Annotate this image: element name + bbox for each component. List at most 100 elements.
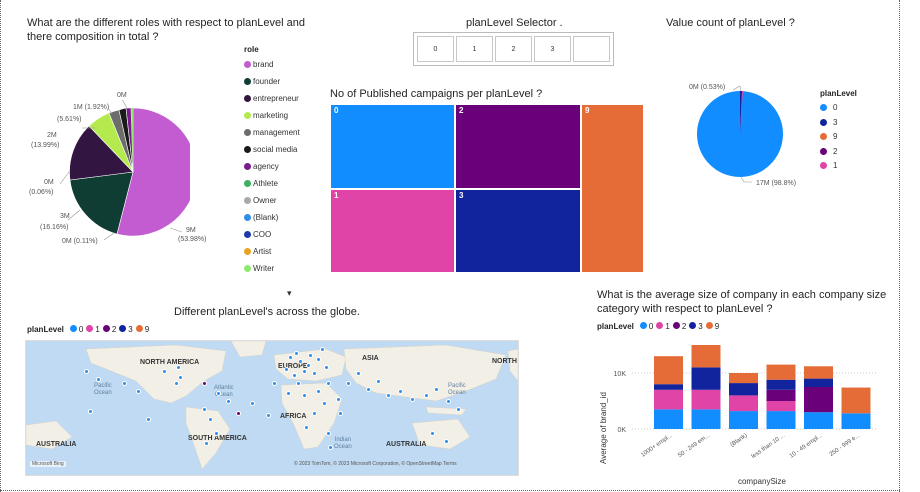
map-point[interactable]	[226, 399, 231, 404]
bar-segment-planlevel-9[interactable]	[729, 373, 758, 384]
map-point[interactable]	[208, 417, 213, 422]
map-point[interactable]	[336, 397, 341, 402]
map-point[interactable]	[326, 381, 331, 386]
map-point[interactable]	[446, 399, 451, 404]
map-point[interactable]	[302, 393, 307, 398]
bar-segment-planlevel-3[interactable]	[729, 383, 758, 396]
bar-segment-planlevel-9[interactable]	[691, 345, 721, 368]
slicer-option-3[interactable]: 3	[534, 36, 571, 62]
role-legend-item[interactable]: (Blank)	[244, 213, 278, 222]
treemap-cell-1[interactable]: 1	[330, 189, 455, 273]
map-point[interactable]	[176, 365, 181, 370]
map-point[interactable]	[346, 381, 351, 386]
map-point[interactable]	[204, 441, 209, 446]
map-point[interactable]	[294, 351, 299, 356]
bar-segment-planlevel-9[interactable]	[654, 356, 683, 385]
value-count-pie-chart[interactable]	[688, 80, 798, 195]
treemap-cell-3[interactable]: 3	[455, 189, 581, 273]
bar-segment-planlevel-0[interactable]	[766, 411, 796, 429]
value-count-legend-item[interactable]: 2	[820, 147, 837, 156]
bar-segment-planlevel-9[interactable]	[841, 387, 871, 414]
value-count-legend-item[interactable]: 9	[820, 132, 837, 141]
planlevel-slicer[interactable]: 0 1 2 3	[413, 32, 614, 66]
role-legend-item[interactable]: agency	[244, 162, 279, 171]
bar-segment-planlevel-2[interactable]	[804, 387, 833, 413]
value-count-legend-item[interactable]: 1	[820, 161, 837, 170]
slicer-option-0[interactable]: 0	[417, 36, 454, 62]
role-legend-item[interactable]: social media	[244, 145, 297, 154]
map-point[interactable]	[236, 411, 241, 416]
map-point[interactable]	[202, 381, 207, 386]
map-point[interactable]	[304, 425, 309, 430]
bar-segment-planlevel-3[interactable]	[766, 379, 796, 390]
bar-segment-planlevel-9[interactable]	[766, 364, 796, 380]
bar-segment-planlevel-0[interactable]	[729, 411, 758, 429]
bar-segment-planlevel-0[interactable]	[841, 413, 871, 429]
map-point[interactable]	[312, 371, 317, 376]
treemap-cell-0[interactable]: 0	[330, 104, 455, 189]
map-point[interactable]	[430, 431, 435, 436]
bar-segment-planlevel-0[interactable]	[804, 412, 833, 429]
role-legend-item[interactable]: management	[244, 128, 300, 137]
map-point[interactable]	[250, 401, 255, 406]
slicer-option-2[interactable]: 2	[495, 36, 532, 62]
value-count-legend-item[interactable]: 3	[820, 118, 837, 127]
map-point[interactable]	[434, 387, 439, 392]
treemap-cell-9[interactable]: 9	[581, 104, 644, 273]
map-point[interactable]	[322, 401, 327, 406]
map-point[interactable]	[324, 365, 329, 370]
map-point[interactable]	[376, 379, 381, 384]
map-point[interactable]	[312, 411, 317, 416]
map-point[interactable]	[122, 381, 127, 386]
bar-segment-planlevel-1[interactable]	[654, 389, 683, 410]
bar-segment-planlevel-0[interactable]	[654, 409, 683, 429]
map-point[interactable]	[366, 387, 371, 392]
map-point[interactable]	[356, 371, 361, 376]
chevron-down-icon[interactable]: ▾	[287, 288, 292, 299]
bar-segment-planlevel-3[interactable]	[654, 384, 683, 390]
bar-segment-planlevel-9[interactable]	[804, 366, 833, 379]
map-point[interactable]	[296, 381, 301, 386]
map-point[interactable]	[216, 391, 221, 396]
map-point[interactable]	[320, 347, 325, 352]
role-legend-item[interactable]: entrepreneur	[244, 94, 299, 103]
map-point[interactable]	[136, 389, 141, 394]
map-point[interactable]	[266, 413, 271, 418]
bar-segment-planlevel-0[interactable]	[691, 409, 721, 429]
map-point[interactable]	[96, 377, 101, 382]
map-point[interactable]	[398, 389, 403, 394]
treemap-cell-2[interactable]: 2	[455, 104, 581, 189]
company-size-stacked-bar-chart[interactable]: Average of brand_id companySize 10K 0K 1…	[592, 336, 892, 490]
map-point[interactable]	[214, 431, 219, 436]
value-count-legend-item[interactable]: 0	[820, 103, 837, 112]
map-point[interactable]	[456, 407, 461, 412]
role-legend-item[interactable]: marketing	[244, 111, 288, 120]
map-point[interactable]	[292, 373, 297, 378]
map-point[interactable]	[162, 369, 167, 374]
map-point[interactable]	[272, 381, 277, 386]
role-legend-item[interactable]: founder	[244, 77, 280, 86]
map-point[interactable]	[174, 381, 179, 386]
map-point[interactable]	[178, 375, 183, 380]
role-legend-item[interactable]: COO	[244, 230, 271, 239]
role-legend-item[interactable]: brand	[244, 60, 273, 69]
map-point[interactable]	[316, 357, 321, 362]
bar-segment-planlevel-1[interactable]	[729, 395, 758, 412]
map-point[interactable]	[308, 353, 313, 358]
bar-segment-planlevel-1[interactable]	[691, 389, 721, 410]
map-point[interactable]	[424, 393, 429, 398]
map-point[interactable]	[328, 445, 333, 450]
map-point[interactable]	[288, 355, 293, 360]
bar-segment-planlevel-3[interactable]	[691, 367, 721, 390]
map-point[interactable]	[84, 369, 89, 374]
bar-segment-planlevel-3[interactable]	[804, 378, 833, 387]
map-point[interactable]	[302, 369, 307, 374]
map-copyright[interactable]: © 2023 TomTom, © 2023 Microsoft Corporat…	[294, 461, 457, 467]
slicer-option-1[interactable]: 1	[456, 36, 493, 62]
map-point[interactable]	[146, 417, 151, 422]
map-point[interactable]	[444, 439, 449, 444]
map-point[interactable]	[386, 393, 391, 398]
slicer-option-9[interactable]	[573, 36, 610, 62]
map-point[interactable]	[326, 431, 331, 436]
role-legend-item[interactable]: Owner	[244, 196, 277, 205]
